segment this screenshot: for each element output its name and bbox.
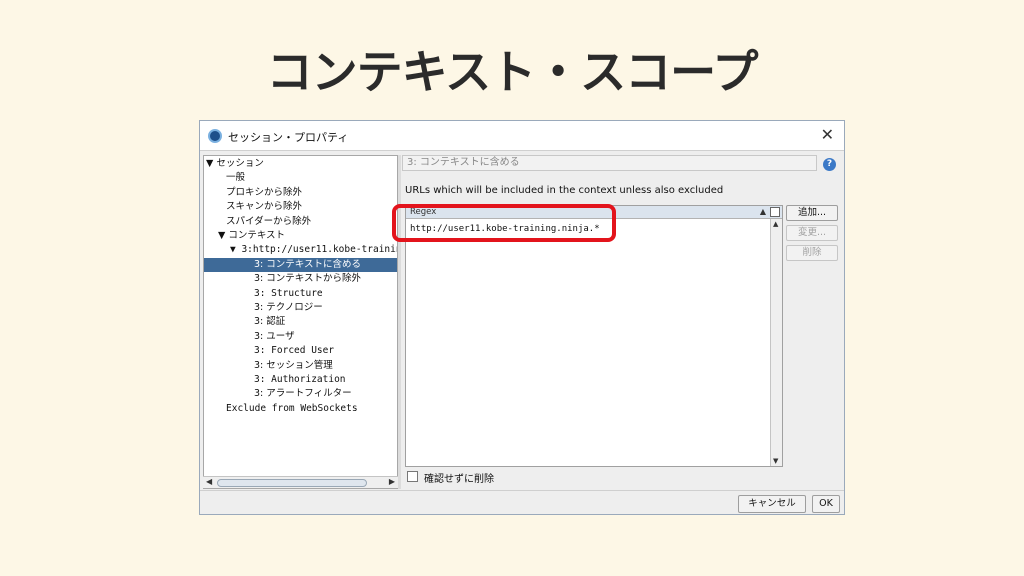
session-properties-dialog: セッション・プロパティ ✕ ▼ セッション 一般 プロキシから除外 スキャンから除外ス… bbox=[199, 120, 845, 515]
sort-ascending-icon[interactable]: ▲ bbox=[760, 206, 766, 218]
add-button[interactable]: 追加... bbox=[786, 205, 838, 221]
scroll-left-icon[interactable]: ◀ bbox=[206, 477, 212, 486]
tree-item[interactable]: 3: ユーザ bbox=[254, 330, 295, 344]
app-icon bbox=[208, 129, 222, 143]
tree-item[interactable]: 3: セッション管理 bbox=[254, 359, 333, 373]
tree-item[interactable]: 3: コンテキストから除外 bbox=[254, 272, 361, 286]
regex-table: Regex ▲ http://user11.kobe-training.ninj… bbox=[405, 205, 783, 467]
regex-highlight-annotation bbox=[392, 204, 616, 242]
tree-item[interactable]: ▼ 3:http://user11.kobe-training.nin bbox=[230, 243, 397, 257]
ok-button[interactable]: OK bbox=[812, 495, 840, 513]
slide-title: コンテキスト・スコープ bbox=[266, 45, 759, 99]
cancel-button[interactable]: キャンセル bbox=[738, 495, 806, 513]
scroll-down-icon[interactable]: ▼ bbox=[773, 457, 778, 465]
tree-item[interactable]: スパイダーから除外 bbox=[226, 215, 311, 229]
tree-item[interactable]: 3: Structure bbox=[254, 287, 323, 301]
edit-button[interactable]: 変更... bbox=[786, 225, 838, 241]
delete-button[interactable]: 削除 bbox=[786, 245, 838, 261]
scroll-right-icon[interactable]: ▶ bbox=[389, 477, 395, 486]
tree-item[interactable]: 3: コンテキストに含める bbox=[204, 257, 397, 272]
tree-item[interactable]: 3: Forced User bbox=[254, 344, 334, 358]
footer-divider bbox=[200, 490, 844, 491]
dialog-title: セッション・プロパティ bbox=[228, 131, 349, 144]
help-icon[interactable]: ? bbox=[823, 158, 836, 171]
close-icon[interactable]: ✕ bbox=[821, 126, 834, 144]
table-vertical-scrollbar[interactable]: ▲ ▼ bbox=[770, 219, 782, 466]
tree-item[interactable]: ▼ セッション bbox=[206, 157, 264, 171]
tree-item[interactable]: 3: Authorization bbox=[254, 373, 346, 387]
tree-item[interactable]: Exclude from WebSockets bbox=[226, 402, 358, 416]
tree-item[interactable]: スキャンから除外 bbox=[226, 200, 302, 214]
checkbox-label: 確認せずに削除 bbox=[424, 474, 494, 485]
panel-description: URLs which will be included in the conte… bbox=[405, 185, 724, 196]
tree-horizontal-scrollbar[interactable]: ◀ ▶ bbox=[203, 476, 398, 488]
session-tree: ▼ セッション 一般 プロキシから除外 スキャンから除外 スパイダーから除外 ▼ コンテキ… bbox=[203, 155, 398, 489]
tree-item[interactable]: 3: テクノロジー bbox=[254, 301, 323, 315]
scroll-thumb[interactable] bbox=[217, 479, 367, 487]
delete-without-confirm-checkbox[interactable] bbox=[407, 471, 418, 482]
tree-item[interactable]: プロキシから除外 bbox=[226, 186, 302, 200]
column-selector-icon[interactable] bbox=[770, 207, 780, 217]
dialog-titlebar: セッション・プロパティ ✕ bbox=[200, 121, 844, 151]
tree-item[interactable]: 3: アラートフィルター bbox=[254, 387, 352, 401]
tree-item[interactable]: ▼ コンテキスト bbox=[218, 229, 285, 243]
scroll-up-icon[interactable]: ▲ bbox=[773, 220, 778, 228]
tree-item[interactable]: 3: 認証 bbox=[254, 315, 285, 329]
tree-item[interactable]: 一般 bbox=[226, 171, 245, 185]
panel-header: 3: コンテキストに含める bbox=[402, 155, 817, 171]
